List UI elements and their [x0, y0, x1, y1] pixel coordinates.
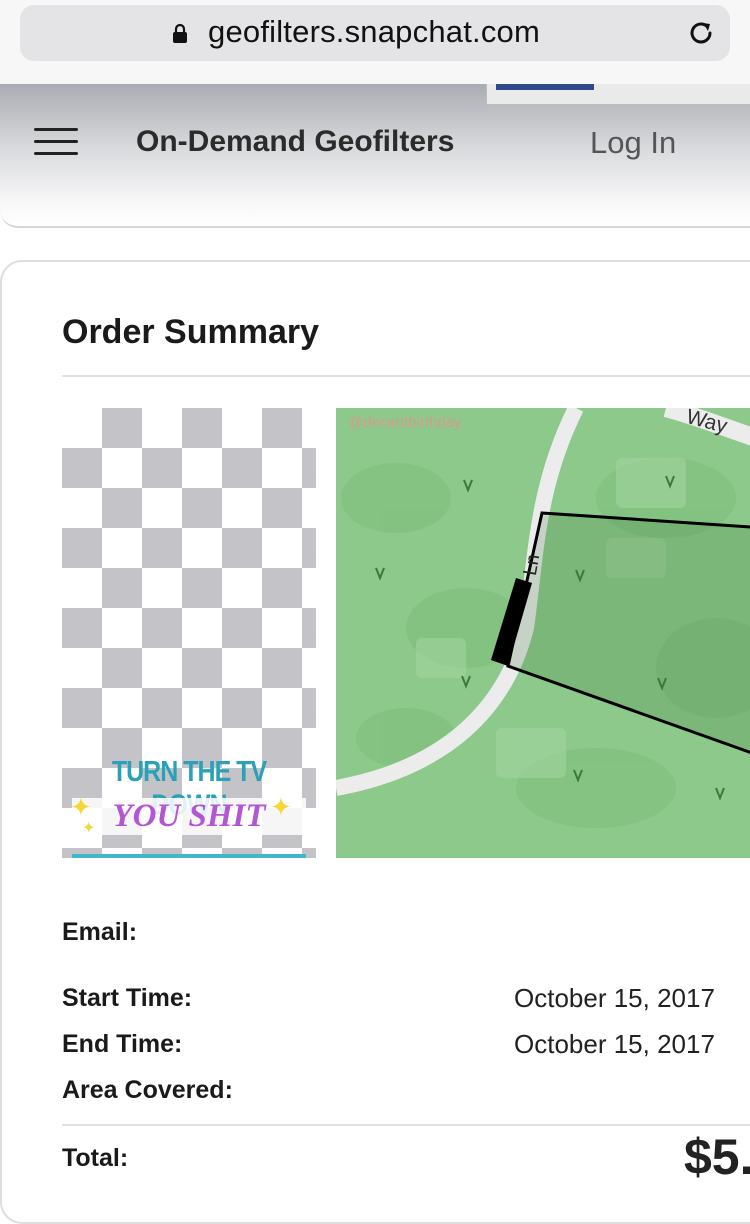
map-svg — [336, 408, 750, 858]
login-link[interactable]: Log In — [590, 125, 676, 161]
map-watermark: @decentbirthday — [348, 414, 462, 431]
sparkle-star-icon: ✦ — [270, 792, 292, 822]
title-divider — [62, 375, 750, 377]
geofilter-preview: TURN THE TV DOWN YOU SHIT ✦ ✦ ✦ — [62, 408, 316, 858]
filter-accent-bar — [72, 854, 306, 858]
end-time-value: October 15, 2017 — [514, 1029, 715, 1059]
start-time-value: October 15, 2017 — [514, 983, 715, 1013]
start-time-label: Start Time: — [62, 984, 193, 1012]
url-text[interactable]: geofilters.snapchat.com — [208, 14, 540, 50]
email-label: Email: — [62, 918, 138, 946]
browser-chrome: geofilters.snapchat.com — [0, 0, 750, 84]
order-summary-title: Order Summary — [62, 313, 319, 351]
hamburger-menu-icon[interactable] — [34, 128, 78, 158]
street-label-ln: Ln — [519, 552, 545, 578]
header-peek-accent — [496, 84, 594, 90]
area-covered-label: Area Covered: — [62, 1076, 233, 1104]
reload-icon[interactable] — [686, 18, 716, 48]
sparkle-star-icon: ✦ — [82, 820, 96, 837]
site-title[interactable]: On-Demand Geofilters — [136, 125, 454, 159]
total-label: Total: — [62, 1144, 129, 1172]
lock-icon — [173, 23, 187, 43]
coverage-map: @decentbirthday Way Ln — [336, 408, 750, 858]
total-value: $5. — [684, 1129, 750, 1185]
total-divider — [62, 1124, 750, 1126]
end-time-label: End Time: — [62, 1030, 183, 1058]
